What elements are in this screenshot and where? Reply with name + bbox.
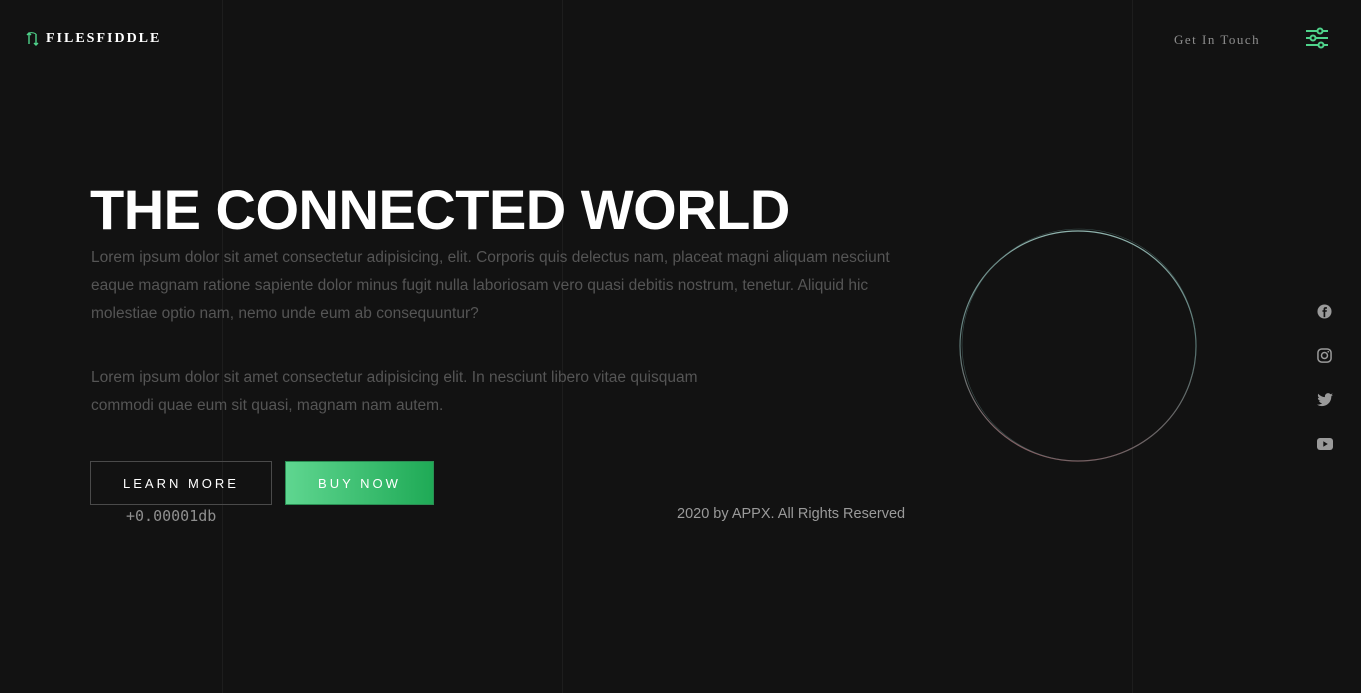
menu-button[interactable] <box>1305 27 1329 49</box>
get-in-touch-link[interactable]: Get In Touch <box>1174 32 1260 48</box>
logo-text: FILESFIDDLE <box>46 31 162 46</box>
hero-paragraph-2: Lorem ipsum dolor sit amet consectetur a… <box>91 369 698 414</box>
twitter-icon[interactable] <box>1316 391 1333 408</box>
logo[interactable]: FILESFIDDLE <box>26 31 161 47</box>
sliders-icon <box>1306 27 1328 49</box>
youtube-icon[interactable] <box>1316 435 1333 452</box>
buy-now-button[interactable]: BUY NOW <box>285 461 434 505</box>
grid-line <box>562 0 563 693</box>
learn-more-button[interactable]: LEARN MORE <box>90 461 272 505</box>
transfer-arrows-icon <box>26 31 40 47</box>
copyright-text: 2020 by APPX. All Rights Reserved <box>677 506 906 522</box>
grid-line <box>222 0 223 693</box>
decorative-circle <box>959 228 1197 462</box>
hero-paragraph-1: Lorem ipsum dolor sit amet consectetur a… <box>91 249 890 322</box>
facebook-icon[interactable] <box>1316 303 1333 320</box>
instagram-icon[interactable] <box>1316 347 1333 364</box>
hero-title: THE CONNECTED WORLD <box>90 178 790 241</box>
audio-level-readout: +0.00001db <box>126 507 217 525</box>
